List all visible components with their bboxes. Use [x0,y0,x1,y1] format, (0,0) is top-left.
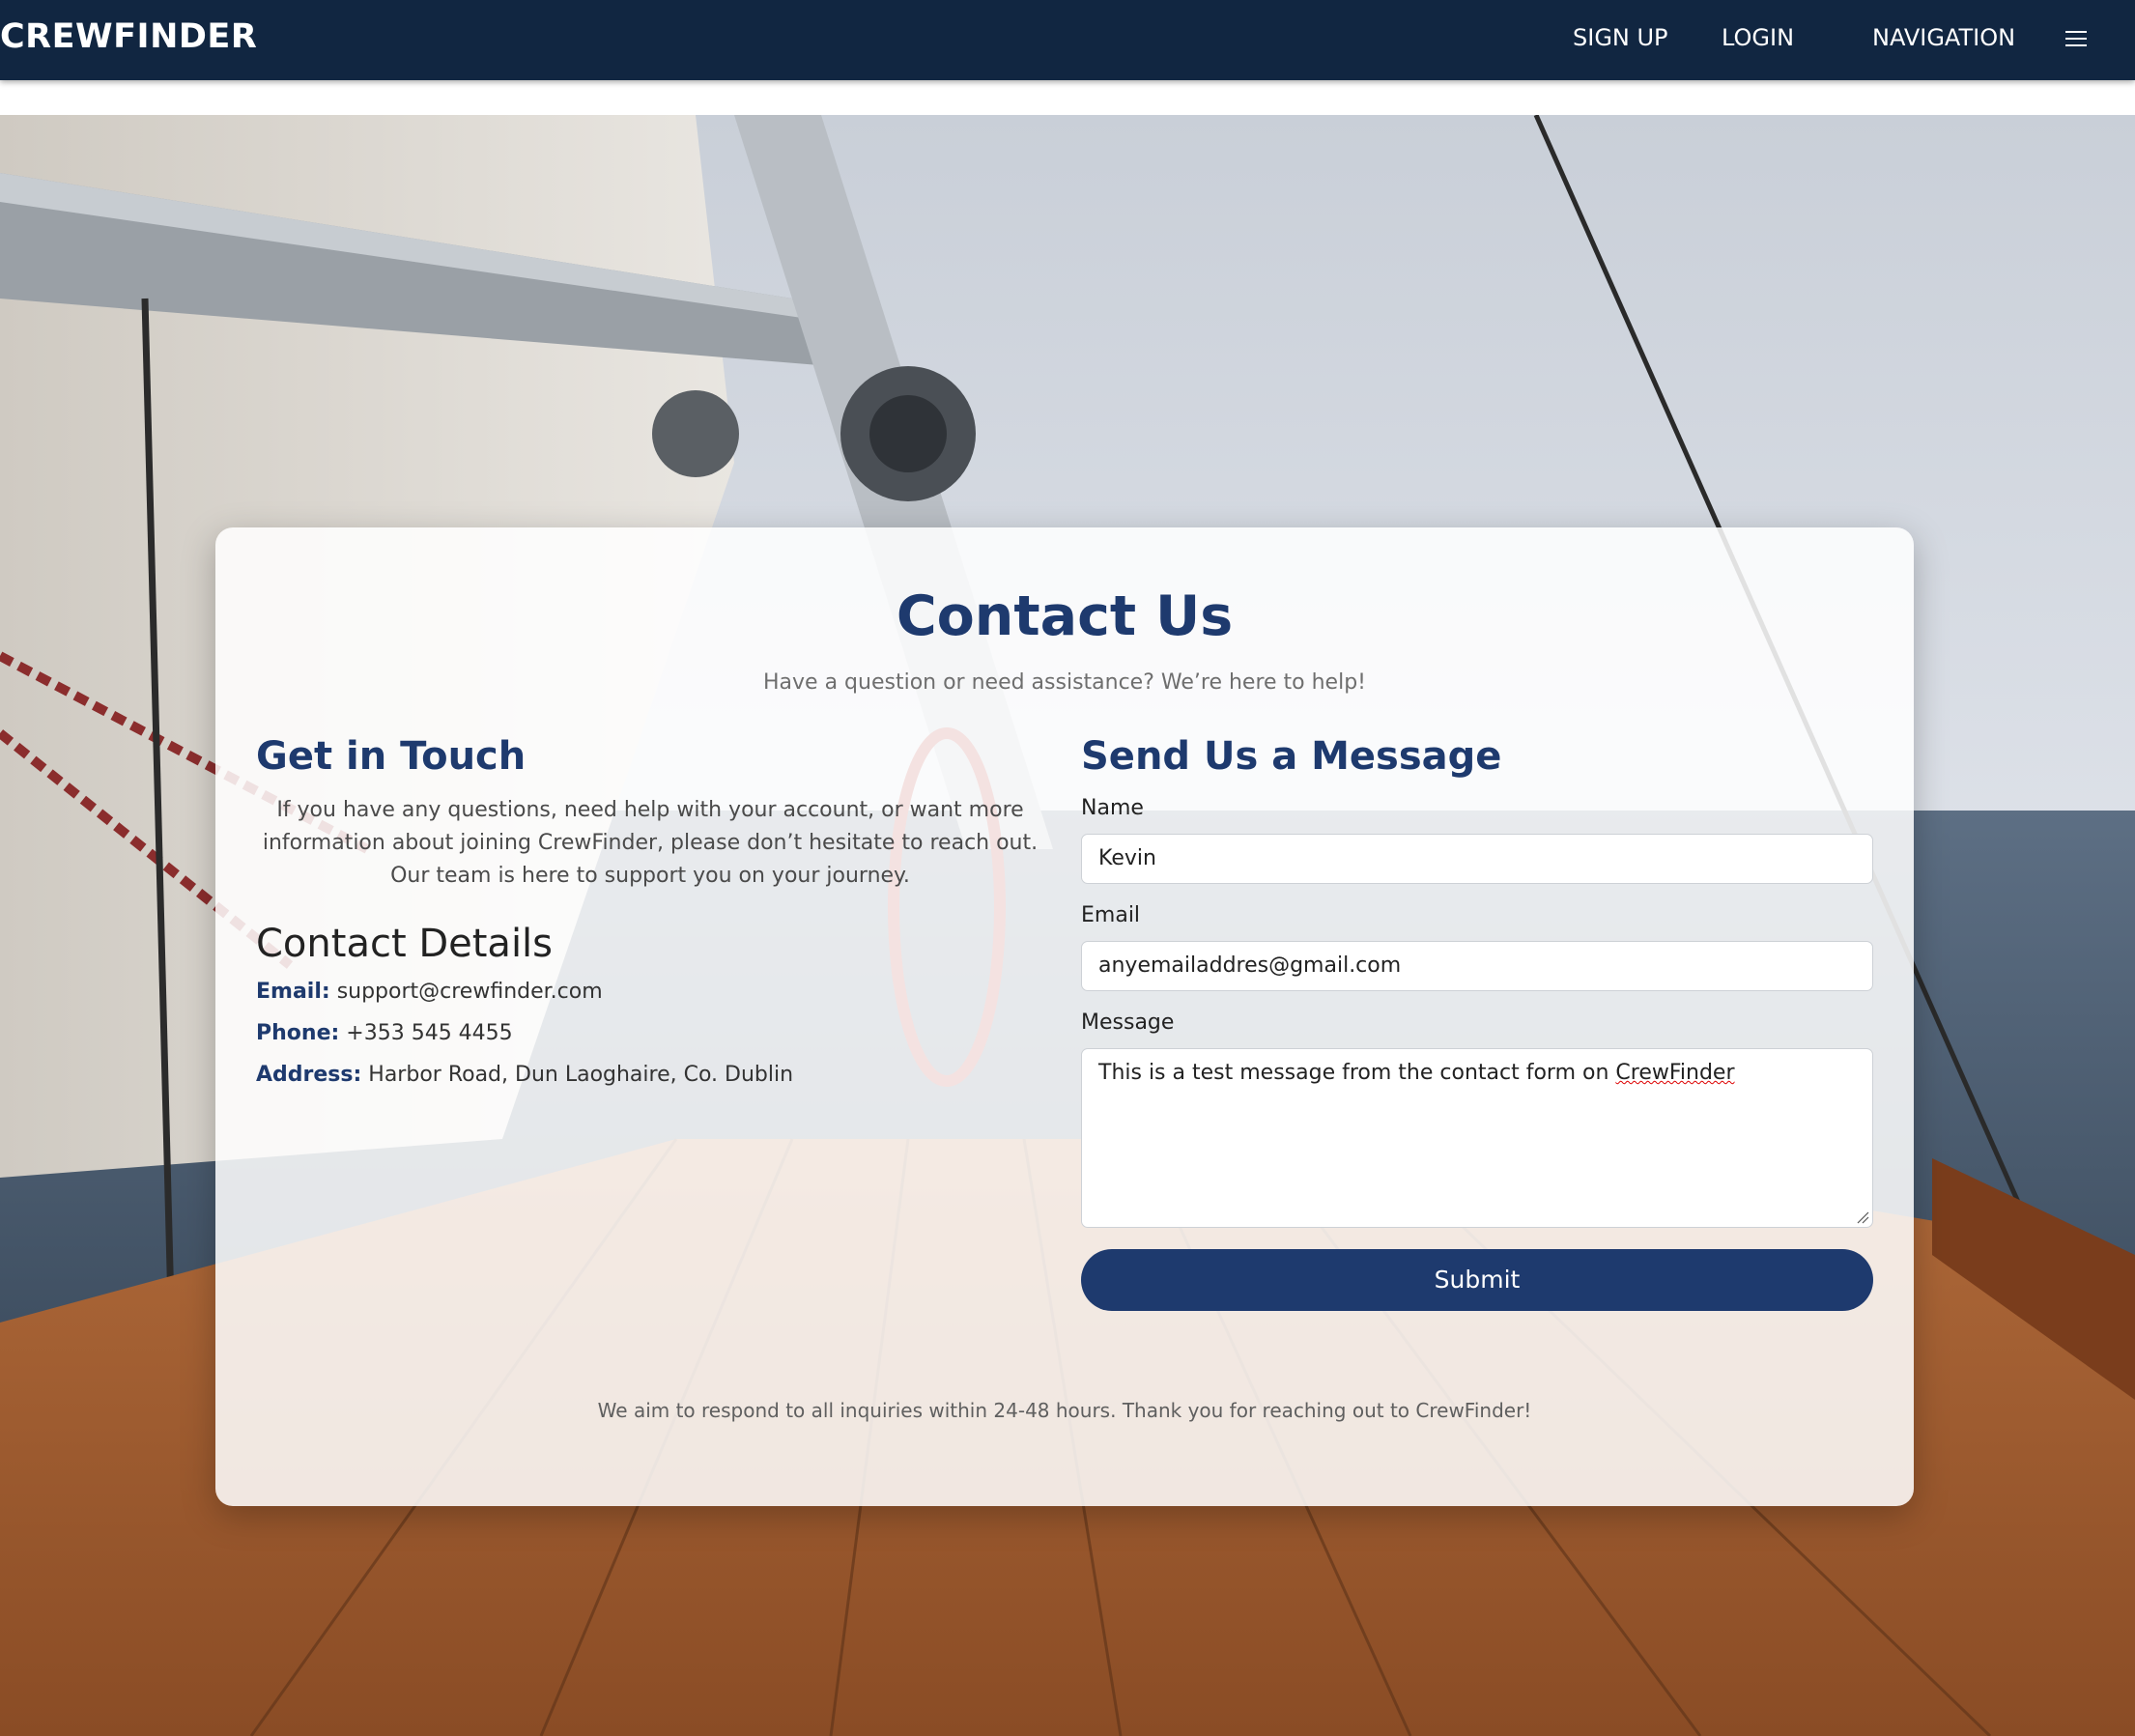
email-label: Email [1081,903,1141,927]
get-in-touch-heading: Get in Touch [256,734,527,779]
resize-grip-icon[interactable] [1856,1210,1869,1224]
page-title: Contact Us [896,584,1234,648]
contact-email-row: Email: support@crewfinder.com [256,980,1044,1004]
email-input[interactable]: anyemailaddres@gmail.com [1081,941,1873,991]
top-navbar: CREWFINDER SIGN UP LOGIN NAVIGATION [0,0,2135,80]
message-spellcheck-word: CrewFinder [1615,1061,1735,1085]
contact-email-value: support@crewfinder.com [336,980,603,1004]
signup-link[interactable]: SIGN UP [1573,24,1668,51]
contact-form: Send Us a Message Name Kevin Email anyem… [1081,734,1873,1311]
send-message-heading: Send Us a Message [1081,734,1502,779]
contact-phone-value: +353 545 4455 [346,1021,513,1045]
contact-phone-row: Phone: +353 545 4455 [256,1021,1044,1045]
contact-address-row: Address: Harbor Road, Dun Laoghaire, Co.… [256,1063,1044,1087]
response-time-note: We aim to respond to all inquiries withi… [597,1399,1532,1422]
contact-email-label: Email: [256,980,330,1004]
contact-address-value: Harbor Road, Dun Laoghaire, Co. Dublin [368,1063,794,1087]
message-textarea[interactable]: This is a test message from the contact … [1081,1048,1873,1228]
hamburger-menu-icon[interactable] [2064,26,2089,51]
get-in-touch-section: Get in Touch If you have any questions, … [256,734,1044,1087]
get-in-touch-text: If you have any questions, need help wit… [262,798,1039,888]
message-label: Message [1081,1010,1175,1035]
message-text: This is a test message from the contact … [1098,1061,1616,1085]
contact-phone-label: Phone: [256,1021,340,1045]
login-link[interactable]: LOGIN [1722,24,1794,51]
contact-card: Contact Us Have a question or need assis… [215,527,1914,1506]
contact-address-label: Address: [256,1063,362,1087]
page-subtitle: Have a question or need assistance? We’r… [763,670,1366,695]
name-input[interactable]: Kevin [1081,834,1873,884]
name-label: Name [1081,796,1144,820]
contact-details-heading: Contact Details [256,922,554,966]
navigation-link[interactable]: NAVIGATION [1872,24,2015,51]
submit-button[interactable]: Submit [1081,1249,1873,1311]
brand-logo[interactable]: CREWFINDER [0,17,257,56]
